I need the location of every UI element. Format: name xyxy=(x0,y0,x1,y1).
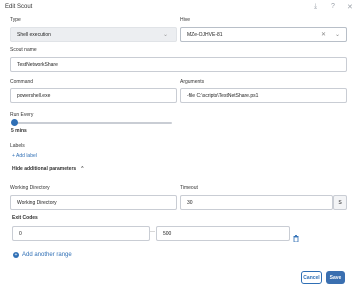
command-label: Command xyxy=(10,79,34,85)
timeout-value: 30 xyxy=(187,199,193,206)
add-another-range-label: Add another range xyxy=(22,252,72,258)
exit-code-from-value: 0 xyxy=(19,230,22,237)
type-label: Type xyxy=(10,17,21,23)
scout-name-value: TestNetworkShare xyxy=(17,61,58,68)
arguments-label: Arguments xyxy=(180,79,205,85)
timeout-input[interactable]: 30 xyxy=(180,195,333,210)
run-every-slider-track[interactable] xyxy=(14,122,172,124)
command-value: powershell.exe xyxy=(17,92,51,99)
working-directory-value: Working Directory xyxy=(17,199,57,206)
add-label-link[interactable]: + Add label xyxy=(12,153,37,159)
chevron-down-icon: ⌄ xyxy=(162,32,168,38)
range-separator: — xyxy=(150,229,155,235)
timeout-unit-label: S xyxy=(338,199,342,206)
download-icon[interactable]: ⤓ xyxy=(314,3,317,11)
chevron-down-icon: ⌄ xyxy=(334,32,340,38)
hive-value: MZe-OJHVE-81 xyxy=(187,31,223,38)
exit-codes-label: Exit Codes xyxy=(12,215,38,221)
working-directory-input[interactable]: Working Directory xyxy=(10,195,177,210)
arguments-input[interactable]: -file C:\scripts\TestNetShare.ps1 xyxy=(180,88,347,103)
clear-icon[interactable]: ✕ xyxy=(321,31,326,38)
dialog-title: Edit Scout xyxy=(5,4,33,10)
exit-code-to-value: 500 xyxy=(163,230,172,237)
save-button[interactable]: Save xyxy=(326,271,345,284)
command-input[interactable]: powershell.exe xyxy=(10,88,177,103)
add-another-range-button[interactable]: + Add another range xyxy=(13,252,72,258)
save-button-label: Save xyxy=(329,274,342,281)
cancel-button[interactable]: Cancel xyxy=(301,271,322,284)
working-directory-label: Working Directory xyxy=(10,185,50,191)
chevron-up-icon: ⌃ xyxy=(80,166,85,172)
exit-code-to-input[interactable]: 500 xyxy=(156,226,290,241)
hive-label: Hive xyxy=(180,17,191,23)
cancel-button-label: Cancel xyxy=(303,274,320,281)
type-value: Shell execution xyxy=(17,31,51,38)
run-every-label: Run Every xyxy=(10,112,34,118)
labels-label: Labels xyxy=(10,143,25,149)
type-select[interactable]: Shell execution ⌄ xyxy=(10,27,177,42)
help-icon[interactable]: ? xyxy=(331,3,335,10)
timeout-label: Timeout xyxy=(180,185,198,191)
hive-select[interactable]: MZe-OJHVE-81 ✕ ⌄ xyxy=(180,27,347,42)
hide-additional-parameters-label: Hide additional parameters xyxy=(12,166,77,172)
run-every-value: 5 mins xyxy=(11,128,27,134)
timeout-unit: S xyxy=(333,195,347,210)
close-icon[interactable]: ✕ xyxy=(347,3,353,11)
scout-name-label: Scout name xyxy=(10,47,37,53)
scout-name-input[interactable]: TestNetworkShare xyxy=(10,57,347,72)
exit-code-from-input[interactable]: 0 xyxy=(12,226,150,241)
hide-additional-parameters-toggle[interactable]: Hide additional parameters ⌃ xyxy=(12,166,84,172)
arguments-value: -file C:\scripts\TestNetShare.ps1 xyxy=(187,92,259,99)
add-circle-icon: + xyxy=(13,251,19,258)
trash-icon[interactable] xyxy=(293,229,299,247)
run-every-slider-thumb[interactable] xyxy=(11,119,18,126)
